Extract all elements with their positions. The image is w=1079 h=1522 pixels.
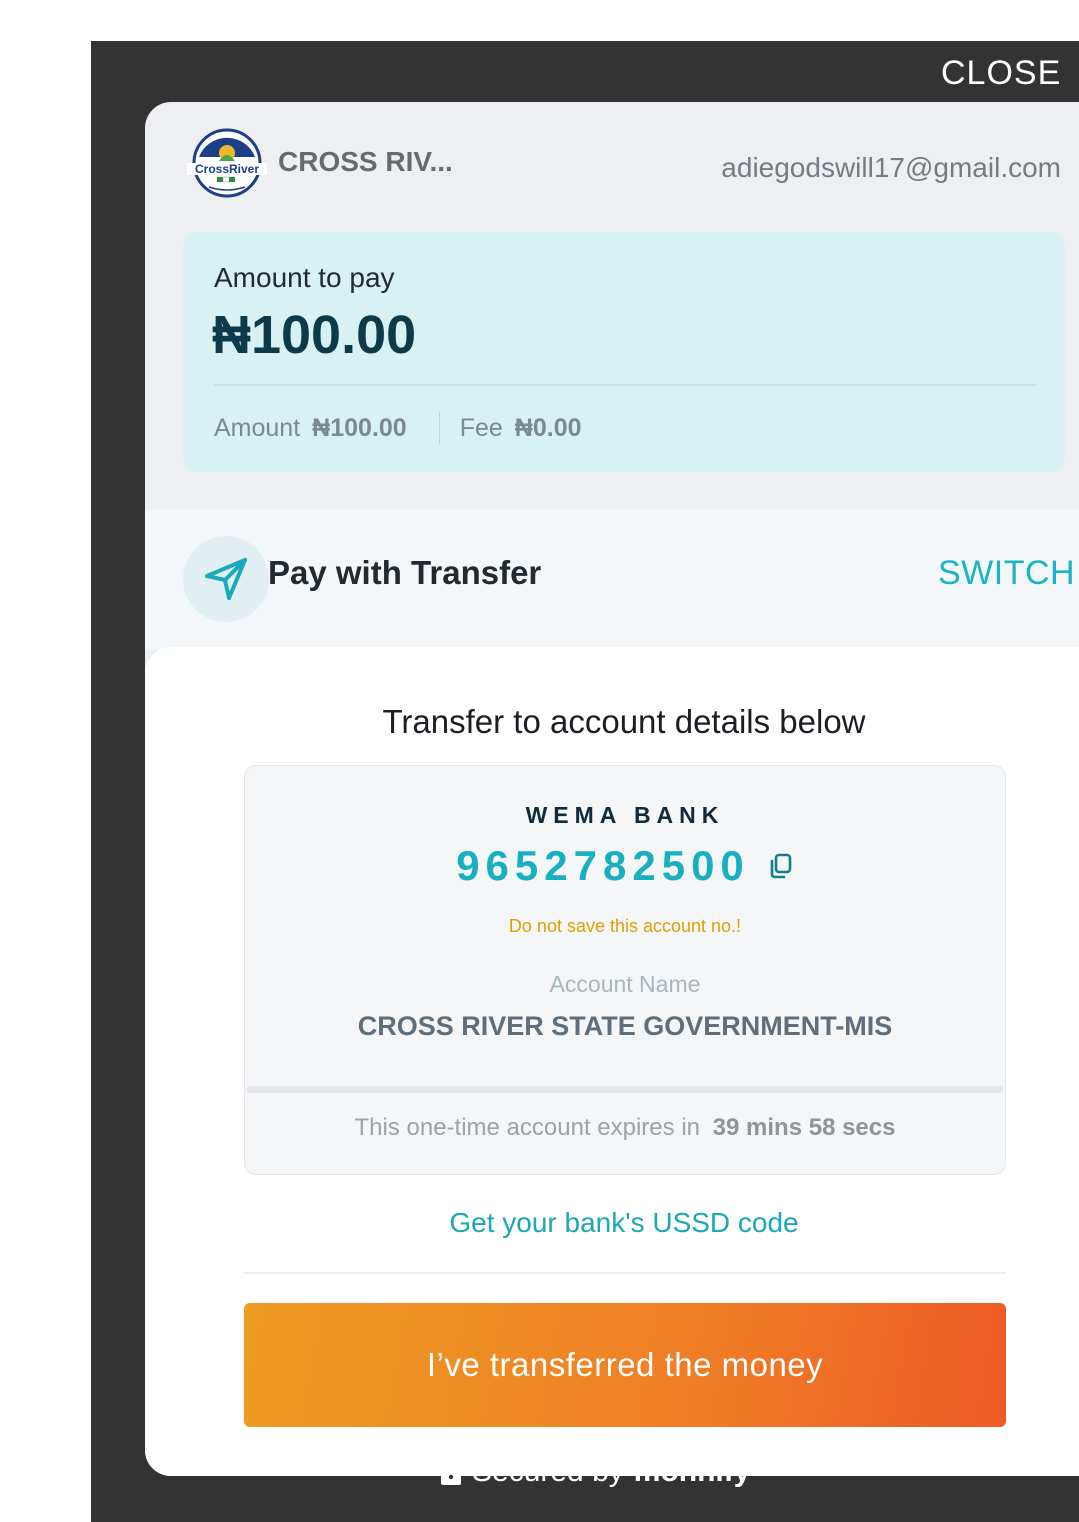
bank-name: WEMA BANK: [525, 802, 725, 828]
copy-icon[interactable]: [768, 852, 794, 880]
account-details-box: WEMA BANK 9652782500 Do not save this ac…: [244, 765, 1006, 1175]
expiry-progress-bar: [247, 1086, 1003, 1093]
fee-value: ₦0.00: [514, 413, 582, 442]
close-label: CLOSE: [941, 53, 1062, 92]
fee-label: Fee: [459, 413, 503, 442]
amount-total: ₦100.00: [212, 305, 417, 365]
amount-to-pay-label: Amount to pay: [214, 262, 395, 293]
secured-prefix: Secured by: [472, 1455, 624, 1488]
expiry-text: This one-time account expires in: [354, 1114, 701, 1141]
amount-label: Amount: [214, 413, 301, 442]
expiry-countdown: 39 mins 58 secs: [712, 1114, 896, 1141]
panel-divider: [244, 1272, 1006, 1274]
ussd-code-link[interactable]: Get your bank's USSD code: [145, 1207, 1079, 1239]
secured-by-footer: Secured by monnify: [438, 1455, 750, 1489]
confirm-transfer-button[interactable]: I’ve transferred the money: [244, 1303, 1006, 1427]
merchant-name: CROSS RIV...: [278, 146, 453, 177]
account-number-row: 9652782500: [245, 842, 1005, 890]
account-name: CROSS RIVER STATE GOVERNMENT-MIS: [357, 1011, 893, 1041]
do-not-save-warning: Do not save this account no.!: [508, 916, 742, 936]
merchant-logo: CrossRiver: [185, 127, 269, 199]
send-icon: [183, 536, 269, 622]
transfer-panel: Transfer to account details below WEMA B…: [145, 647, 1079, 1476]
payment-method-title: Pay with Transfer: [268, 554, 542, 591]
amount-divider: [214, 384, 1036, 386]
lock-icon: [438, 1457, 464, 1487]
amount-card: Amount to pay ₦100.00 Amount ₦100.00 Fee…: [183, 232, 1065, 472]
breakdown-separator: [438, 412, 440, 444]
payment-overlay: CLOSE ✕ CrossRiver CROSS RIV... adiegods…: [91, 41, 1079, 1522]
switch-method-button[interactable]: SWITCH: [938, 554, 1075, 593]
customer-email: adiegodswill17@gmail.com: [721, 152, 1061, 183]
amount-value: ₦100.00: [312, 413, 407, 442]
payment-method-bar: Pay with Transfer SWITCH: [145, 510, 1079, 650]
expiry-notice: This one-time account expires in 39 mins…: [245, 1114, 1005, 1142]
svg-text:CrossRiver: CrossRiver: [195, 162, 259, 176]
secured-brand: monnify: [633, 1455, 751, 1488]
account-number[interactable]: 9652782500: [456, 842, 750, 890]
account-name-label: Account Name: [549, 971, 701, 997]
transfer-title: Transfer to account details below: [382, 703, 866, 740]
amount-breakdown: Amount ₦100.00 Fee ₦0.00: [214, 412, 582, 444]
close-button[interactable]: CLOSE ✕: [941, 53, 1079, 93]
payment-modal: CrossRiver CROSS RIV... adiegodswill17@g…: [145, 102, 1079, 1476]
